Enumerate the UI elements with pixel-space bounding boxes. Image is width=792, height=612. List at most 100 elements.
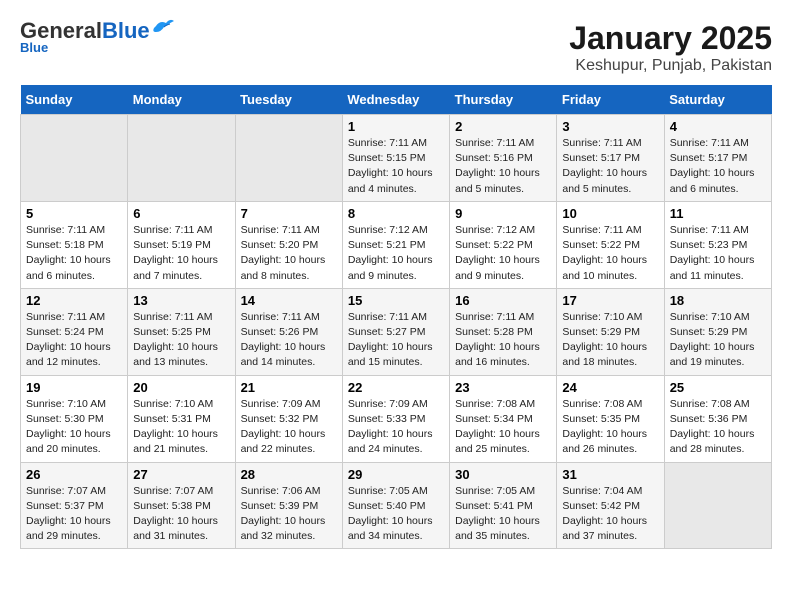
page-subtitle: Keshupur, Punjab, Pakistan: [569, 57, 772, 75]
calendar-cell: 6Sunrise: 7:11 AM Sunset: 5:19 PM Daylig…: [128, 201, 235, 288]
calendar-cell: [664, 462, 771, 549]
day-info: Sunrise: 7:08 AM Sunset: 5:35 PM Dayligh…: [562, 397, 658, 458]
day-number: 23: [455, 380, 551, 395]
day-info: Sunrise: 7:07 AM Sunset: 5:38 PM Dayligh…: [133, 484, 229, 545]
calendar-table: SundayMondayTuesdayWednesdayThursdayFrid…: [20, 85, 772, 549]
day-info: Sunrise: 7:11 AM Sunset: 5:18 PM Dayligh…: [26, 223, 122, 284]
day-info: Sunrise: 7:09 AM Sunset: 5:33 PM Dayligh…: [348, 397, 444, 458]
calendar-cell: 26 Sunrise: 7:07 AM Sunset: 5:37 PM Dayli…: [21, 462, 128, 549]
header-monday: Monday: [128, 85, 235, 115]
calendar-cell: 18Sunrise: 7:10 AM Sunset: 5:29 PM Dayli…: [664, 288, 771, 375]
day-info: Sunrise: 7:11 AM Sunset: 5:26 PM Dayligh…: [241, 310, 337, 371]
calendar-cell: 5 Sunrise: 7:11 AM Sunset: 5:18 PM Daylig…: [21, 201, 128, 288]
day-info: Sunrise: 7:11 AM Sunset: 5:27 PM Dayligh…: [348, 310, 444, 371]
day-number: 14: [241, 293, 337, 308]
calendar-cell: 30 Sunrise: 7:05 AM Sunset: 5:41 PM Dayli…: [450, 462, 557, 549]
day-info: Sunrise: 7:11 AM Sunset: 5:25 PM Dayligh…: [133, 310, 229, 371]
day-info: Sunrise: 7:08 AM Sunset: 5:34 PM Dayligh…: [455, 397, 551, 458]
day-info: Sunrise: 7:05 AM Sunset: 5:41 PM Dayligh…: [455, 484, 551, 545]
day-number: 25: [670, 380, 766, 395]
day-info: Sunrise: 7:11 AM Sunset: 5:16 PM Dayligh…: [455, 136, 551, 197]
day-number: 20: [133, 380, 229, 395]
calendar-cell: 3Sunrise: 7:11 AM Sunset: 5:17 PM Daylig…: [557, 115, 664, 202]
day-info: Sunrise: 7:12 AM Sunset: 5:22 PM Dayligh…: [455, 223, 551, 284]
logo-text: GeneralBlue: [20, 20, 150, 42]
calendar-cell: 13 Sunrise: 7:11 AM Sunset: 5:25 PM Dayli…: [128, 288, 235, 375]
calendar-cell: 25Sunrise: 7:08 AM Sunset: 5:36 PM Dayli…: [664, 375, 771, 462]
day-number: 7: [241, 206, 337, 221]
day-info: Sunrise: 7:11 AM Sunset: 5:19 PM Dayligh…: [133, 223, 229, 284]
calendar-cell: 20 Sunrise: 7:10 AM Sunset: 5:31 PM Dayli…: [128, 375, 235, 462]
calendar-cell: 11Sunrise: 7:11 AM Sunset: 5:23 PM Dayli…: [664, 201, 771, 288]
calendar-cell: 27 Sunrise: 7:07 AM Sunset: 5:38 PM Dayli…: [128, 462, 235, 549]
day-number: 27: [133, 467, 229, 482]
day-info: Sunrise: 7:12 AM Sunset: 5:21 PM Dayligh…: [348, 223, 444, 284]
header-tuesday: Tuesday: [235, 85, 342, 115]
calendar-cell: 4Sunrise: 7:11 AM Sunset: 5:17 PM Daylig…: [664, 115, 771, 202]
day-info: Sunrise: 7:11 AM Sunset: 5:28 PM Dayligh…: [455, 310, 551, 371]
header-sunday: Sunday: [21, 85, 128, 115]
calendar-cell: 15 Sunrise: 7:11 AM Sunset: 5:27 PM Dayli…: [342, 288, 449, 375]
day-number: 22: [348, 380, 444, 395]
day-number: 28: [241, 467, 337, 482]
day-number: 9: [455, 206, 551, 221]
calendar-cell: 19Sunrise: 7:10 AM Sunset: 5:30 PM Dayli…: [21, 375, 128, 462]
logo-blue: Blue: [102, 18, 150, 43]
day-number: 17: [562, 293, 658, 308]
logo-tagline: Blue: [20, 40, 48, 55]
day-info: Sunrise: 7:10 AM Sunset: 5:29 PM Dayligh…: [562, 310, 658, 371]
day-number: 18: [670, 293, 766, 308]
header-saturday: Saturday: [664, 85, 771, 115]
day-number: 15: [348, 293, 444, 308]
calendar-row: 1 Sunrise: 7:11 AM Sunset: 5:15 PM Daylig…: [21, 115, 772, 202]
calendar-cell: 14 Sunrise: 7:11 AM Sunset: 5:26 PM Dayli…: [235, 288, 342, 375]
day-number: 1: [348, 119, 444, 134]
calendar-cell: 23 Sunrise: 7:08 AM Sunset: 5:34 PM Dayli…: [450, 375, 557, 462]
day-number: 12: [26, 293, 122, 308]
title-block: January 2025 Keshupur, Punjab, Pakistan: [569, 20, 772, 75]
day-info: Sunrise: 7:07 AM Sunset: 5:37 PM Dayligh…: [26, 484, 122, 545]
calendar-cell: [21, 115, 128, 202]
day-info: Sunrise: 7:04 AM Sunset: 5:42 PM Dayligh…: [562, 484, 658, 545]
page-title: January 2025: [569, 20, 772, 57]
calendar-cell: 8 Sunrise: 7:12 AM Sunset: 5:21 PM Daylig…: [342, 201, 449, 288]
logo: GeneralBlue Blue: [20, 20, 174, 55]
day-number: 8: [348, 206, 444, 221]
day-number: 16: [455, 293, 551, 308]
day-info: Sunrise: 7:11 AM Sunset: 5:24 PM Dayligh…: [26, 310, 122, 371]
calendar-cell: 17 Sunrise: 7:10 AM Sunset: 5:29 PM Dayli…: [557, 288, 664, 375]
calendar-cell: 12 Sunrise: 7:11 AM Sunset: 5:24 PM Dayli…: [21, 288, 128, 375]
calendar-cell: 21Sunrise: 7:09 AM Sunset: 5:32 PM Dayli…: [235, 375, 342, 462]
day-number: 31: [562, 467, 658, 482]
day-number: 13: [133, 293, 229, 308]
day-number: 5: [26, 206, 122, 221]
header-wednesday: Wednesday: [342, 85, 449, 115]
calendar-header-row: SundayMondayTuesdayWednesdayThursdayFrid…: [21, 85, 772, 115]
day-number: 10: [562, 206, 658, 221]
calendar-cell: 2 Sunrise: 7:11 AM Sunset: 5:16 PM Daylig…: [450, 115, 557, 202]
day-info: Sunrise: 7:10 AM Sunset: 5:31 PM Dayligh…: [133, 397, 229, 458]
calendar-cell: [128, 115, 235, 202]
bird-icon: [152, 18, 174, 36]
calendar-row: 12 Sunrise: 7:11 AM Sunset: 5:24 PM Dayli…: [21, 288, 772, 375]
calendar-cell: 22 Sunrise: 7:09 AM Sunset: 5:33 PM Dayli…: [342, 375, 449, 462]
calendar-cell: 28 Sunrise: 7:06 AM Sunset: 5:39 PM Dayli…: [235, 462, 342, 549]
calendar-cell: 1 Sunrise: 7:11 AM Sunset: 5:15 PM Daylig…: [342, 115, 449, 202]
day-number: 26: [26, 467, 122, 482]
day-info: Sunrise: 7:06 AM Sunset: 5:39 PM Dayligh…: [241, 484, 337, 545]
calendar-cell: 31 Sunrise: 7:04 AM Sunset: 5:42 PM Dayli…: [557, 462, 664, 549]
day-number: 11: [670, 206, 766, 221]
day-number: 2: [455, 119, 551, 134]
page-header: GeneralBlue Blue January 2025 Keshupur, …: [20, 20, 772, 75]
day-info: Sunrise: 7:11 AM Sunset: 5:20 PM Dayligh…: [241, 223, 337, 284]
calendar-row: 19Sunrise: 7:10 AM Sunset: 5:30 PM Dayli…: [21, 375, 772, 462]
day-number: 3: [562, 119, 658, 134]
day-info: Sunrise: 7:11 AM Sunset: 5:22 PM Dayligh…: [562, 223, 658, 284]
calendar-row: 5 Sunrise: 7:11 AM Sunset: 5:18 PM Daylig…: [21, 201, 772, 288]
day-number: 30: [455, 467, 551, 482]
day-number: 29: [348, 467, 444, 482]
day-number: 19: [26, 380, 122, 395]
header-thursday: Thursday: [450, 85, 557, 115]
calendar-cell: 24Sunrise: 7:08 AM Sunset: 5:35 PM Dayli…: [557, 375, 664, 462]
day-info: Sunrise: 7:11 AM Sunset: 5:15 PM Dayligh…: [348, 136, 444, 197]
